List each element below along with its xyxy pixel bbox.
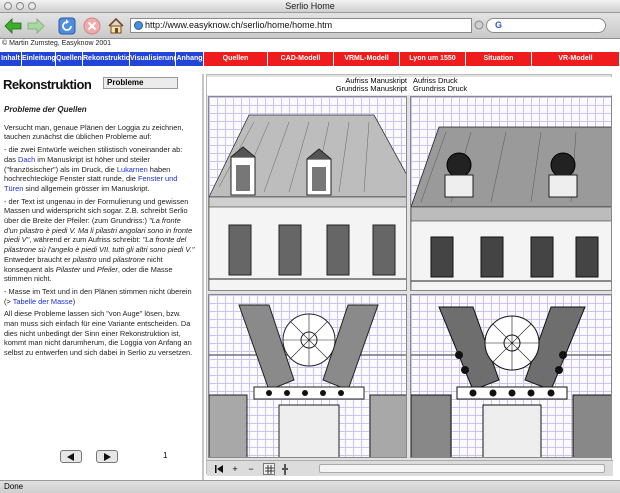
viewer-labels: Aufriss Manuskript Grundriss Manuskript … bbox=[207, 77, 613, 95]
web-page: © Martin Zumsteg, Easyknow 2001 Inhalt E… bbox=[0, 39, 620, 480]
site-globe-icon bbox=[134, 21, 143, 30]
viewer-toolbar: + − bbox=[207, 460, 613, 476]
paragraph: - Masse im Text und in den Plänen stimme… bbox=[4, 286, 192, 306]
home-icon bbox=[108, 17, 124, 34]
section-title: Probleme der Quellen bbox=[4, 105, 87, 114]
grid-icon bbox=[264, 464, 274, 474]
close-window-button[interactable] bbox=[4, 2, 12, 10]
link-tabelle-der-masse[interactable]: Tabelle der Masse bbox=[13, 297, 73, 306]
text-pane: Rekonstruktion Probleme Probleme der Que… bbox=[0, 74, 202, 480]
back-arrow-icon bbox=[4, 18, 22, 34]
zoom-out-button[interactable]: − bbox=[245, 463, 257, 475]
elevation-manuscript-image bbox=[208, 96, 407, 291]
paragraph: - der Text ist ungenau in der Formulieru… bbox=[4, 196, 195, 284]
url-field[interactable]: http://www.easyknow.ch/serlio/home/home.… bbox=[130, 18, 472, 33]
link-lukarnen[interactable]: Lukarnen bbox=[117, 165, 148, 174]
ruler-icon bbox=[282, 463, 288, 475]
reload-button[interactable] bbox=[57, 16, 77, 36]
page-title: Rekonstruktion bbox=[3, 77, 92, 92]
nav-rekonstruktion[interactable]: Rekonstruktion bbox=[83, 52, 130, 66]
url-text: http://www.easyknow.ch/serlio/home/home.… bbox=[145, 20, 333, 30]
status-bar: Done bbox=[0, 480, 620, 493]
frame-divider[interactable] bbox=[202, 74, 204, 480]
plus-icon: + bbox=[232, 464, 238, 474]
nav-vr-modell[interactable]: VR-Modell bbox=[532, 52, 620, 66]
viewer-scroll-slider[interactable] bbox=[319, 464, 605, 473]
browser-toolbar: http://www.easyknow.ch/serlio/home/home.… bbox=[0, 13, 620, 39]
window-title: Serlio Home bbox=[285, 1, 335, 11]
paragraph: Versucht man, genaue Plänen der Loggia z… bbox=[4, 122, 184, 142]
search-field[interactable]: G bbox=[486, 18, 606, 33]
stop-icon bbox=[83, 17, 101, 35]
nav-lyon[interactable]: Lyon um 1550 bbox=[400, 52, 466, 66]
previous-page-button[interactable] bbox=[60, 450, 82, 463]
back-button[interactable] bbox=[3, 16, 23, 36]
triangle-left-icon bbox=[67, 452, 74, 461]
paragraph: - die zwei Entwürfe weichen stilistisch … bbox=[4, 145, 183, 193]
zoom-in-button[interactable]: + bbox=[229, 463, 241, 475]
plan-print-image bbox=[410, 294, 612, 458]
triangle-right-icon bbox=[104, 452, 111, 461]
stop-button[interactable] bbox=[82, 16, 102, 36]
copyright-text: © Martin Zumsteg, Easyknow 2001 bbox=[2, 40, 112, 47]
nav-situation[interactable]: Situation bbox=[466, 52, 532, 66]
nav-visualisierung[interactable]: Visualisierung bbox=[130, 52, 176, 66]
plan-viewer: Aufriss Manuskript Grundriss Manuskript … bbox=[206, 74, 613, 476]
elevation-print-image bbox=[410, 96, 612, 291]
nav-einleitung[interactable]: Einleitung bbox=[22, 52, 56, 66]
nav-cad-modell[interactable]: CAD-Modell bbox=[268, 52, 334, 66]
google-icon: G bbox=[495, 20, 503, 30]
window-title-bar: Serlio Home bbox=[0, 0, 620, 13]
page-number: 1 bbox=[163, 451, 168, 460]
home-button[interactable] bbox=[106, 16, 126, 36]
url-reload-icon[interactable] bbox=[472, 17, 486, 33]
minimize-window-button[interactable] bbox=[16, 2, 24, 10]
paragraph: All diese Probleme lassen sich "von Auge… bbox=[4, 309, 193, 358]
nav-inhalt[interactable]: Inhalt bbox=[0, 52, 22, 66]
link-dach[interactable]: Dach bbox=[18, 155, 35, 164]
next-page-button[interactable] bbox=[96, 450, 118, 463]
zoom-window-button[interactable] bbox=[28, 2, 36, 10]
label-grundriss-manuskript: Grundriss Manuskript bbox=[335, 84, 407, 93]
grid-toggle-button[interactable] bbox=[263, 463, 275, 475]
status-text: Done bbox=[4, 482, 24, 491]
forward-button[interactable] bbox=[26, 16, 46, 36]
subtab-probleme[interactable]: Probleme bbox=[103, 77, 178, 89]
forward-arrow-icon bbox=[27, 18, 45, 34]
nav-vrml-modell[interactable]: VRML-Modell bbox=[334, 52, 400, 66]
skip-back-icon bbox=[215, 465, 223, 473]
nav-quellen-sub[interactable]: Quellen bbox=[204, 52, 268, 66]
pager: 1 bbox=[60, 450, 180, 466]
minus-icon: − bbox=[248, 464, 254, 474]
reload-icon bbox=[58, 17, 76, 35]
image-viewer-pane: Aufriss Manuskript Grundriss Manuskript … bbox=[206, 74, 616, 480]
nav-anhang[interactable]: Anhang bbox=[176, 52, 204, 66]
rewind-button[interactable] bbox=[213, 463, 225, 475]
nav-quellen[interactable]: Quellen bbox=[56, 52, 83, 66]
plan-manuscript-image bbox=[208, 294, 407, 458]
main-navigation: Inhalt Einleitung Quellen Rekonstruktion… bbox=[0, 52, 620, 66]
article-text: Probleme der Quellen Versucht man, genau… bbox=[4, 105, 196, 361]
label-grundriss-druck: Grundriss Druck bbox=[413, 84, 468, 93]
ruler-button[interactable] bbox=[279, 463, 291, 475]
